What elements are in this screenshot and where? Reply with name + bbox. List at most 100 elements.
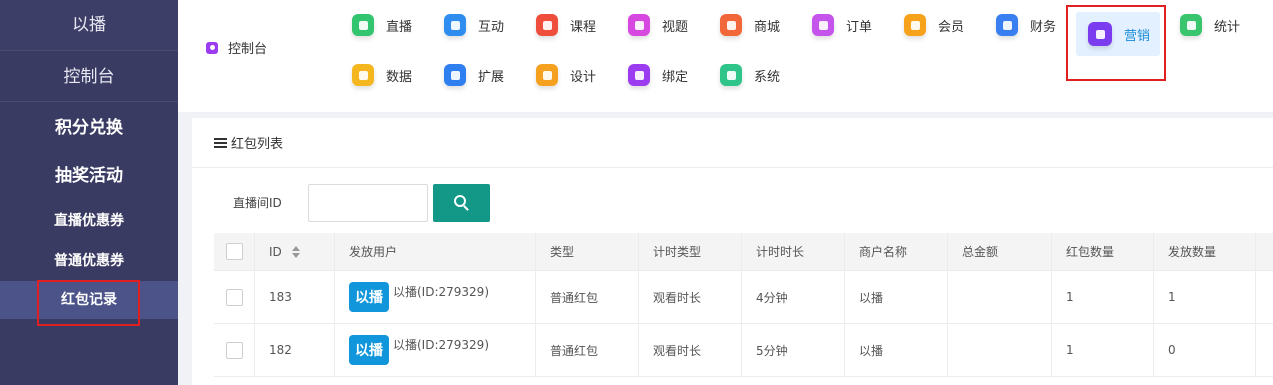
- shop-icon: [720, 14, 742, 36]
- nav-data[interactable]: 数据: [352, 62, 412, 88]
- header-checkbox-cell: [214, 233, 255, 270]
- card-title: 红包列表: [231, 137, 284, 152]
- header-issued: 发放数量: [1154, 233, 1256, 270]
- nav-shop[interactable]: 商城: [720, 12, 780, 38]
- cell-count: 1: [1052, 271, 1154, 323]
- nav-order-label: 订单: [846, 19, 873, 35]
- avatar: 以播: [349, 335, 389, 365]
- header-timer-length: 计时时长: [742, 233, 845, 270]
- nav-bind[interactable]: 绑定: [628, 62, 688, 88]
- nav-member-label: 会员: [938, 19, 965, 35]
- nav-stats-label: 统计: [1214, 19, 1241, 35]
- header-id-label: ID: [269, 244, 282, 259]
- nav-course-label: 课程: [570, 19, 597, 35]
- nav-video[interactable]: 视题: [628, 12, 688, 38]
- cell-count: 1: [1052, 324, 1154, 376]
- chat-icon: [444, 14, 466, 36]
- sidebar-item-live-coupon[interactable]: 直播优惠券: [0, 204, 178, 238]
- search-button[interactable]: [433, 184, 490, 222]
- header-user: 发放用户: [335, 233, 536, 270]
- nav-extend[interactable]: 扩展: [444, 62, 504, 88]
- sidebar-item-points-exchange[interactable]: 积分兑换: [0, 110, 178, 146]
- nav-system-label: 系统: [754, 69, 781, 85]
- cell-id: 183: [255, 271, 335, 323]
- search-label: 直播间ID: [233, 196, 282, 210]
- nav-stats[interactable]: 统计: [1180, 12, 1240, 38]
- row-checkbox[interactable]: [226, 341, 243, 359]
- nav-system[interactable]: 系统: [720, 62, 780, 88]
- bind-icon: [628, 64, 650, 86]
- cell-timer-type: 观看时长: [639, 324, 742, 376]
- avatar: 以播: [349, 282, 389, 312]
- topnav-console-label: 控制台: [228, 42, 268, 57]
- cell-merchant: 以播: [845, 271, 948, 323]
- table-row: 182 以播 以播(ID:279329) 普通红包 观看时长 5分钟 以播 1 …: [214, 324, 1273, 377]
- extend-icon: [444, 64, 466, 86]
- member-icon: [904, 14, 926, 36]
- cell-type: 普通红包: [536, 324, 639, 376]
- nav-extend-label: 扩展: [478, 69, 505, 85]
- nav-order[interactable]: 订单: [812, 12, 872, 38]
- cell-user: 以播 以播(ID:279329): [335, 271, 536, 323]
- sidebar-console-link[interactable]: 控制台: [0, 50, 178, 102]
- cell-merchant: 以播: [845, 324, 948, 376]
- sidebar: 以播 控制台 积分兑换 抽奖活动 直播优惠券 普通优惠券 红包记录: [0, 0, 178, 385]
- row-checkbox[interactable]: [226, 288, 243, 306]
- order-icon: [812, 14, 834, 36]
- search-icon: [453, 195, 470, 211]
- row-checkbox-cell: [214, 324, 255, 376]
- table-header-row: ID 发放用户 类型 计时类型 计时时长 商户名称 总金额 红包数量 发放数量: [214, 233, 1273, 271]
- console-icon: [206, 41, 218, 54]
- nav-shop-label: 商城: [754, 19, 781, 35]
- red-packet-list-card: 红包列表 直播间ID ID 发放用户 类型 计时类型 计时时长 商户名称 总金额…: [192, 118, 1273, 385]
- sidebar-item-lottery[interactable]: 抽奖活动: [0, 158, 178, 194]
- course-icon: [536, 14, 558, 36]
- design-icon: [536, 64, 558, 86]
- cell-timer-length: 4分钟: [742, 271, 845, 323]
- cell-issued: 0: [1154, 324, 1256, 376]
- nav-interaction-label: 互动: [478, 19, 505, 35]
- card-header: 红包列表: [192, 118, 1273, 168]
- live-room-id-input[interactable]: [308, 184, 428, 222]
- cell-timer-length: 5分钟: [742, 324, 845, 376]
- user-name: 以播(ID:279329): [393, 284, 489, 299]
- nav-course[interactable]: 课程: [536, 12, 596, 38]
- row-checkbox-cell: [214, 271, 255, 323]
- nav-data-label: 数据: [386, 69, 413, 85]
- nav-marketing-active[interactable]: 营销: [1076, 12, 1160, 56]
- cell-id: 182: [255, 324, 335, 376]
- app-logo[interactable]: 以播: [0, 0, 178, 50]
- video-icon: [628, 14, 650, 36]
- sidebar-item-normal-coupon[interactable]: 普通优惠券: [0, 244, 178, 278]
- nav-finance[interactable]: 财务: [996, 12, 1056, 38]
- header-timer-type: 计时类型: [639, 233, 742, 270]
- nav-live[interactable]: 直播: [352, 12, 412, 38]
- nav-interaction[interactable]: 互动: [444, 12, 504, 38]
- nav-member[interactable]: 会员: [904, 12, 964, 38]
- cell-issued: 1: [1154, 271, 1256, 323]
- nav-live-label: 直播: [386, 19, 413, 35]
- list-icon: [214, 137, 227, 148]
- cell-total: [948, 324, 1052, 376]
- top-navigation: 控制台 直播 互动 课程 视题 商城 订单 会员 财务 营销 统计 数据 扩展 …: [178, 0, 1273, 112]
- header-merchant: 商户名称: [845, 233, 948, 270]
- nav-design[interactable]: 设计: [536, 62, 596, 88]
- nav-bind-label: 绑定: [662, 69, 689, 85]
- cell-timer-type: 观看时长: [639, 271, 742, 323]
- header-total: 总金额: [948, 233, 1052, 270]
- user-name: 以播(ID:279329): [393, 337, 489, 352]
- header-type: 类型: [536, 233, 639, 270]
- nav-marketing-label: 营销: [1124, 28, 1151, 44]
- marketing-icon: [1088, 22, 1112, 46]
- stats-icon: [1180, 14, 1202, 36]
- header-count: 红包数量: [1052, 233, 1154, 270]
- header-id[interactable]: ID: [255, 233, 335, 270]
- cell-type: 普通红包: [536, 271, 639, 323]
- topnav-console-link[interactable]: 控制台: [206, 38, 267, 57]
- sidebar-item-red-packet-records[interactable]: 红包记录: [0, 281, 178, 319]
- table-row: 183 以播 以播(ID:279329) 普通红包 观看时长 4分钟 以播 1 …: [214, 271, 1273, 324]
- cell-user: 以播 以播(ID:279329): [335, 324, 536, 376]
- nav-finance-label: 财务: [1030, 19, 1057, 35]
- sort-icon[interactable]: [291, 245, 300, 258]
- select-all-checkbox[interactable]: [226, 243, 243, 260]
